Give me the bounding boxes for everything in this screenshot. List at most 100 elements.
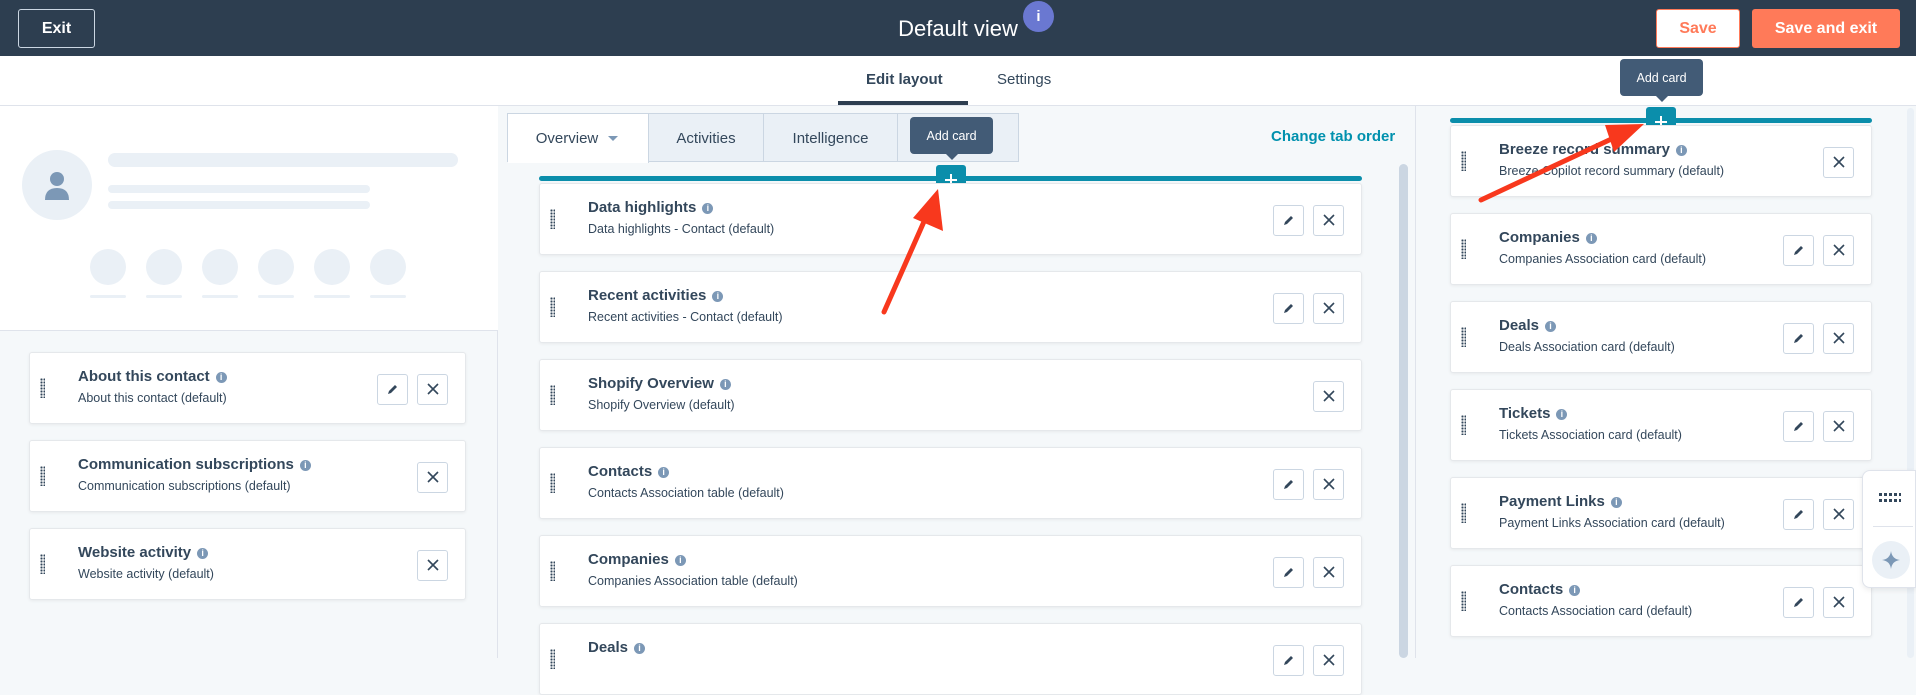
- close-icon: [1322, 390, 1335, 402]
- remove-card-button[interactable]: [1313, 644, 1344, 676]
- layout-card[interactable]: About this contact i About this contact (d…: [29, 352, 466, 424]
- drag-handle-icon[interactable]: [550, 649, 555, 669]
- drag-handle-icon[interactable]: [1461, 327, 1466, 347]
- layout-card[interactable]: Breeze record summary i Breeze Copilot rec…: [1450, 125, 1872, 197]
- remove-card-button[interactable]: [1313, 468, 1344, 500]
- info-badge[interactable]: i: [1023, 1, 1054, 32]
- info-icon[interactable]: i: [702, 203, 714, 214]
- tab-activities[interactable]: Activities: [649, 114, 764, 162]
- drag-handle-icon[interactable]: [550, 385, 555, 405]
- layout-card[interactable]: Deals i: [539, 623, 1362, 695]
- copilot-button[interactable]: [1872, 541, 1910, 579]
- remove-card-button[interactable]: [1313, 380, 1344, 412]
- info-icon[interactable]: i: [1675, 145, 1687, 156]
- drag-handle-icon[interactable]: [1461, 151, 1466, 171]
- info-icon[interactable]: i: [634, 643, 646, 654]
- info-icon[interactable]: i: [1569, 585, 1581, 596]
- save-button[interactable]: Save: [1656, 9, 1740, 48]
- card-title: Companies i: [588, 551, 686, 568]
- skeleton-action: [90, 249, 126, 285]
- info-icon[interactable]: i: [197, 548, 209, 559]
- edit-card-button[interactable]: [1783, 322, 1814, 354]
- edit-card-button[interactable]: [1273, 556, 1304, 588]
- skeleton-line: [90, 295, 126, 298]
- layout-card[interactable]: Contacts i Contacts Association table (def…: [539, 447, 1362, 519]
- layout-card[interactable]: Data highlights i Data highlights - Contac…: [539, 183, 1362, 255]
- drag-handle-icon[interactable]: [550, 473, 555, 493]
- remove-card-button[interactable]: [1313, 204, 1344, 236]
- remove-card-button[interactable]: [1313, 292, 1344, 324]
- edit-card-button[interactable]: [1273, 468, 1304, 500]
- drag-handle-icon[interactable]: [1461, 239, 1466, 259]
- edit-card-button[interactable]: [1783, 410, 1814, 442]
- layout-card[interactable]: Website activity i Website activity (defau…: [29, 528, 466, 600]
- info-icon[interactable]: i: [1585, 233, 1597, 244]
- info-icon[interactable]: i: [712, 291, 724, 302]
- remove-card-button[interactable]: [1823, 410, 1854, 442]
- remove-card-button[interactable]: [1313, 556, 1344, 588]
- keyboard-icon[interactable]: [1878, 491, 1902, 505]
- layout-card[interactable]: Contacts i Contacts Association card (defa…: [1450, 565, 1872, 637]
- save-and-exit-button[interactable]: Save and exit: [1752, 9, 1900, 48]
- drag-handle-icon[interactable]: [40, 466, 45, 486]
- remove-card-button[interactable]: [1823, 146, 1854, 178]
- edit-card-button[interactable]: [377, 373, 408, 405]
- edit-card-button[interactable]: [1783, 586, 1814, 618]
- card-subtitle: About this contact (default): [78, 391, 227, 405]
- tab-settings[interactable]: Settings: [997, 71, 1051, 88]
- layout-card[interactable]: Companies i Companies Association table (d…: [539, 535, 1362, 607]
- tab-overview-label: Overview: [535, 130, 599, 147]
- edit-card-button[interactable]: [1783, 234, 1814, 266]
- tab-overview[interactable]: Overview: [508, 114, 649, 163]
- card-title: Data highlights i: [588, 199, 714, 216]
- remove-card-button[interactable]: [1823, 234, 1854, 266]
- drag-handle-icon[interactable]: [550, 561, 555, 581]
- layout-card[interactable]: Deals i Deals Association card (default): [1450, 301, 1872, 373]
- remove-card-button[interactable]: [417, 549, 448, 581]
- card-title: Companies i: [1499, 229, 1597, 246]
- scrollbar-thumb[interactable]: [1399, 164, 1408, 658]
- info-icon[interactable]: i: [1545, 321, 1557, 332]
- info-icon[interactable]: i: [1610, 497, 1622, 508]
- layout-card[interactable]: Tickets i Tickets Association card (defaul…: [1450, 389, 1872, 461]
- remove-card-button[interactable]: [417, 373, 448, 405]
- tab-edit-layout[interactable]: Edit layout: [866, 71, 943, 88]
- pencil-icon: [1283, 656, 1293, 665]
- skeleton-action: [258, 249, 294, 285]
- skeleton-line: [108, 153, 458, 167]
- tab-intelligence[interactable]: Intelligence: [764, 114, 898, 162]
- layout-card[interactable]: Shopify Overview i Shopify Overview (defau…: [539, 359, 1362, 431]
- edit-card-button[interactable]: [1783, 498, 1814, 530]
- caret-down-icon: [608, 135, 619, 141]
- drag-handle-icon[interactable]: [550, 297, 555, 317]
- layout-card[interactable]: Communication subscriptions i Communicatio…: [29, 440, 466, 512]
- change-tab-order-link[interactable]: Change tab order: [1271, 128, 1395, 145]
- info-icon[interactable]: i: [299, 460, 311, 471]
- drag-handle-icon[interactable]: [40, 378, 45, 398]
- edit-card-button[interactable]: [1273, 644, 1304, 676]
- info-icon[interactable]: i: [658, 467, 670, 478]
- info-icon[interactable]: i: [719, 379, 731, 390]
- drag-handle-icon[interactable]: [1461, 591, 1466, 611]
- person-icon: [45, 172, 69, 200]
- skeleton-line: [108, 201, 370, 209]
- edit-card-button[interactable]: [1273, 204, 1304, 236]
- drag-handle-icon[interactable]: [1461, 503, 1466, 523]
- info-icon[interactable]: i: [1556, 409, 1568, 420]
- drag-handle-icon[interactable]: [40, 554, 45, 574]
- skeleton-action: [314, 249, 350, 285]
- edit-card-button[interactable]: [1273, 292, 1304, 324]
- layout-card[interactable]: Recent activities i Recent activities - Co…: [539, 271, 1362, 343]
- drag-handle-icon[interactable]: [550, 209, 555, 229]
- layout-card[interactable]: Payment Links i Payment Links Association …: [1450, 477, 1872, 549]
- remove-card-button[interactable]: [1823, 322, 1854, 354]
- card-subtitle: Website activity (default): [78, 567, 214, 581]
- drag-handle-icon[interactable]: [1461, 415, 1466, 435]
- remove-card-button[interactable]: [1823, 586, 1854, 618]
- card-title: Communication subscriptions i: [78, 456, 311, 473]
- remove-card-button[interactable]: [1823, 498, 1854, 530]
- info-icon[interactable]: i: [215, 372, 227, 383]
- remove-card-button[interactable]: [417, 461, 448, 493]
- layout-card[interactable]: Companies i Companies Association card (de…: [1450, 213, 1872, 285]
- info-icon[interactable]: i: [674, 555, 686, 566]
